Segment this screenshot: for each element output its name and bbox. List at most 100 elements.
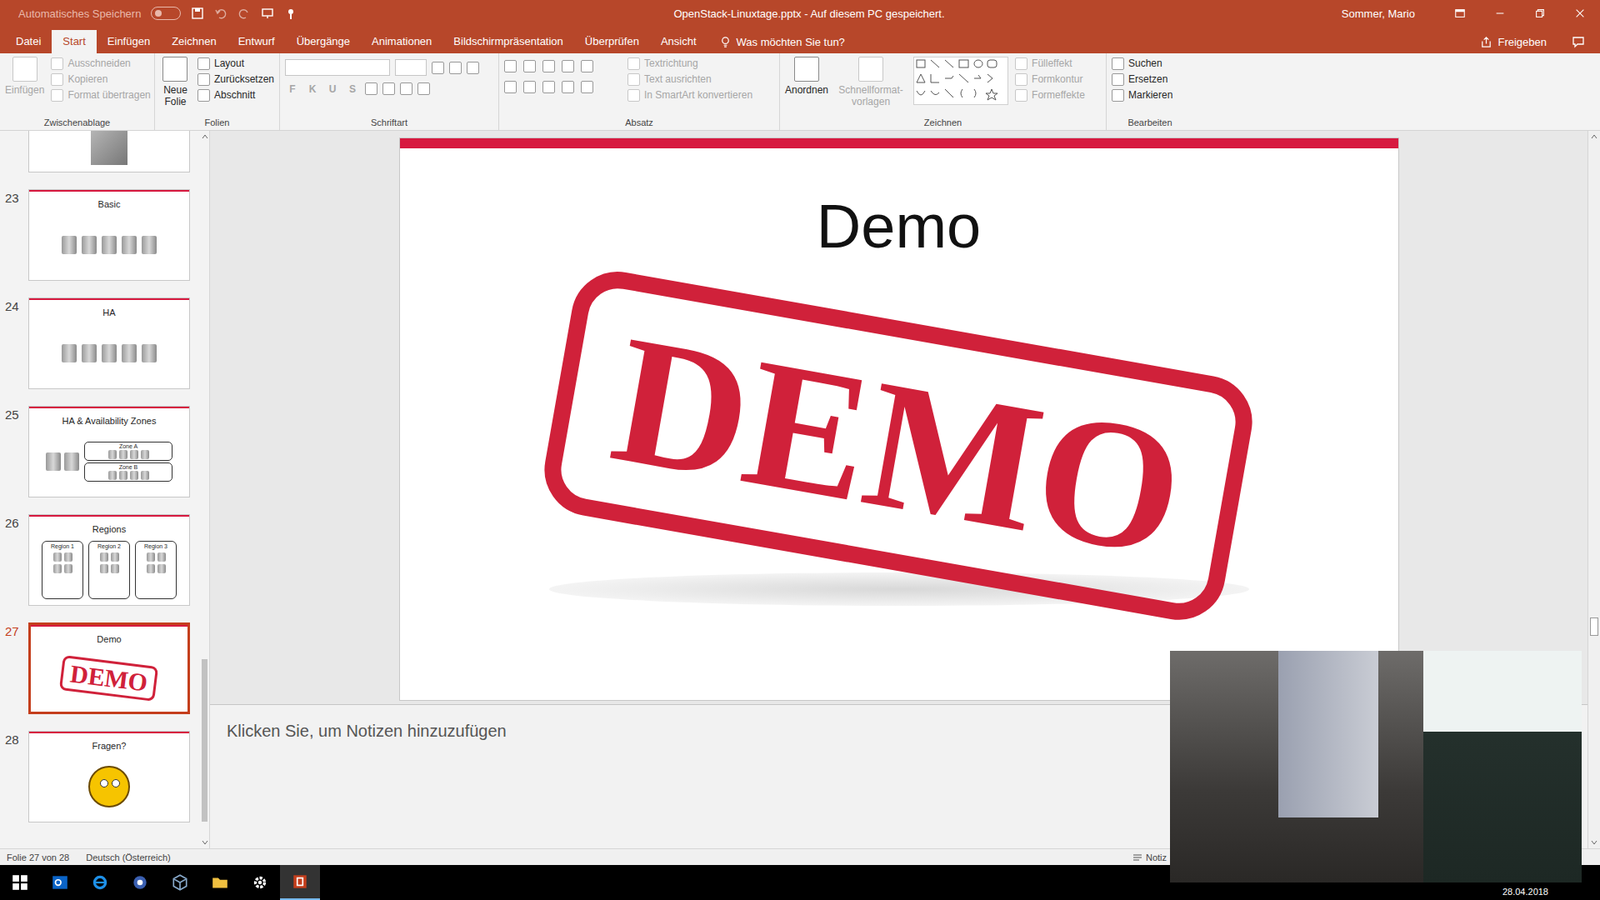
ribbon-group: Textrichtung Text ausrichten In SmartArt k… [499, 53, 780, 130]
paragraph-icon[interactable] [504, 60, 517, 73]
ribbon-big-button[interactable]: Neue Folie [160, 56, 191, 108]
format-button[interactable]: S [345, 83, 360, 95]
taskbar-date[interactable]: 28.04.2018 [1502, 886, 1549, 897]
font-color-icon[interactable] [417, 82, 430, 95]
slide-thumbnail[interactable]: RegionsRegion 1Region 2Region 3 [28, 514, 190, 606]
ribbon-tab[interactable]: Übergänge [285, 30, 361, 54]
align-icon[interactable] [580, 80, 594, 94]
ribbon-item[interactable]: In SmartArt konvertieren [627, 88, 753, 102]
ribbon-item[interactable]: Formeffekte [1015, 88, 1085, 102]
slide-title[interactable]: Demo [816, 191, 981, 262]
ribbon-tab[interactable]: Bildschirmpräsentation [442, 30, 575, 54]
ribbon-tab[interactable]: Animationen [360, 30, 443, 54]
cube-icon[interactable] [160, 873, 200, 892]
format-button[interactable]: K [305, 83, 320, 95]
restore-icon[interactable] [1520, 7, 1560, 20]
powerpoint-taskbar-button[interactable] [280, 865, 320, 900]
align-icon[interactable] [504, 80, 517, 94]
command-icon [50, 73, 64, 86]
slide-canvas[interactable]: DemoDEMO [399, 137, 1400, 701]
undo-icon[interactable] [214, 6, 228, 20]
windows-start-icon[interactable] [0, 873, 40, 892]
ribbon-item[interactable]: Abschnitt [197, 88, 275, 102]
editor-scrollbar[interactable] [1587, 130, 1600, 849]
align-icon[interactable] [542, 80, 555, 94]
format-button[interactable]: F [285, 83, 300, 95]
autosave-toggle[interactable] [150, 6, 181, 20]
ribbon-big-button[interactable]: Anordnen [785, 56, 829, 96]
server-icon [64, 452, 80, 471]
ribbon-tab[interactable]: Entwurf [227, 30, 286, 54]
slide-thumbnail[interactable]: HA & Availability ZonesZone AZone B [28, 405, 190, 498]
touch-icon[interactable] [284, 6, 298, 20]
ribbon-item[interactable]: Kopieren [50, 72, 150, 86]
presentation-icon[interactable] [260, 6, 275, 20]
paragraph-icon[interactable] [523, 60, 536, 73]
slide-thumbnail[interactable]: Fragen? [28, 730, 190, 823]
file-explorer-icon[interactable] [200, 873, 240, 892]
ribbon-item[interactable]: Suchen [1111, 56, 1173, 70]
case-icon[interactable] [400, 82, 413, 95]
internet-explorer-icon[interactable] [80, 873, 120, 892]
spacing-icon[interactable] [382, 82, 395, 95]
slide-thumbnail[interactable]: Basic [28, 189, 190, 281]
slide-thumbnails: 23Basic24HA25HA & Availability ZonesZone… [0, 130, 210, 849]
region-box: Region 3 [135, 540, 177, 600]
ribbon-tab[interactable]: Start [51, 30, 96, 54]
user-name[interactable]: Sommer, Mario [1341, 7, 1415, 20]
strike-icon[interactable] [365, 82, 378, 95]
paragraph-icon[interactable] [561, 60, 575, 73]
ribbon-item[interactable]: Format übertragen [50, 88, 150, 102]
ribbon-item[interactable]: Formkontur [1015, 72, 1085, 86]
notes-toggle[interactable]: Notiz [1132, 852, 1167, 863]
tell-me-search[interactable]: Was möchten Sie tun? [719, 30, 845, 54]
slide-thumbnail[interactable]: DemoDEMO [28, 622, 190, 715]
shrink-font-icon[interactable] [449, 61, 462, 75]
command-icon [197, 73, 210, 86]
ribbon-options-icon[interactable] [1440, 7, 1480, 20]
outlook-icon[interactable] [40, 873, 80, 892]
command-icon [627, 73, 640, 86]
ribbon-tab[interactable]: Datei [5, 30, 52, 54]
grow-font-icon[interactable] [431, 61, 445, 75]
share-button[interactable]: Freigeben [1480, 30, 1547, 54]
app-icon[interactable] [120, 873, 160, 892]
ribbon-tab[interactable]: Ansicht [650, 30, 708, 54]
ribbon-item[interactable]: Ausschneiden [50, 56, 150, 70]
close-icon[interactable] [1560, 7, 1600, 20]
align-icon[interactable] [523, 80, 536, 94]
thumbnail-scrollbar[interactable] [200, 130, 210, 849]
ribbon-item[interactable]: Fülleffekt [1015, 56, 1085, 70]
font-size-field[interactable] [395, 59, 427, 76]
ribbon-item[interactable]: Markieren [1111, 88, 1173, 102]
ribbon-item[interactable]: Layout [197, 56, 275, 70]
slide-thumbnail[interactable] [28, 130, 190, 173]
redo-icon[interactable] [237, 6, 251, 20]
ribbon-tab[interactable]: Zeichnen [160, 30, 227, 54]
save-icon[interactable] [190, 6, 205, 20]
comment-icon[interactable] [1571, 35, 1585, 49]
font-name-field[interactable] [285, 59, 390, 76]
slide-thumbnail[interactable]: HA [28, 297, 190, 390]
region-box: Region 1 [41, 540, 84, 600]
thinking-face-icon [88, 765, 130, 808]
ribbon-big-button[interactable]: Schnellformat-vorlagen [835, 56, 907, 108]
align-icon[interactable] [561, 80, 575, 94]
paragraph-icon[interactable] [542, 60, 555, 73]
ribbon-item[interactable]: Textrichtung [627, 56, 753, 70]
shape-gallery[interactable] [913, 56, 1009, 105]
server-icon [141, 235, 157, 255]
minimize-icon[interactable] [1480, 7, 1520, 20]
ribbon-item[interactable]: Zurücksetzen [197, 72, 275, 86]
format-button[interactable]: U [325, 83, 340, 95]
ribbon-tab[interactable]: Einfügen [96, 30, 161, 54]
clear-format-icon[interactable] [466, 61, 480, 75]
ribbon-item[interactable]: Text ausrichten [627, 72, 753, 86]
ribbon-tab[interactable]: Überprüfen [574, 30, 650, 54]
paragraph-icon[interactable] [580, 60, 594, 73]
ribbon-big-button[interactable]: Einfügen [5, 56, 45, 96]
command-icon [1015, 73, 1028, 86]
settings-gear-icon[interactable] [240, 873, 280, 892]
language[interactable]: Deutsch (Österreich) [79, 852, 180, 863]
ribbon-item[interactable]: Ersetzen [1111, 72, 1173, 86]
